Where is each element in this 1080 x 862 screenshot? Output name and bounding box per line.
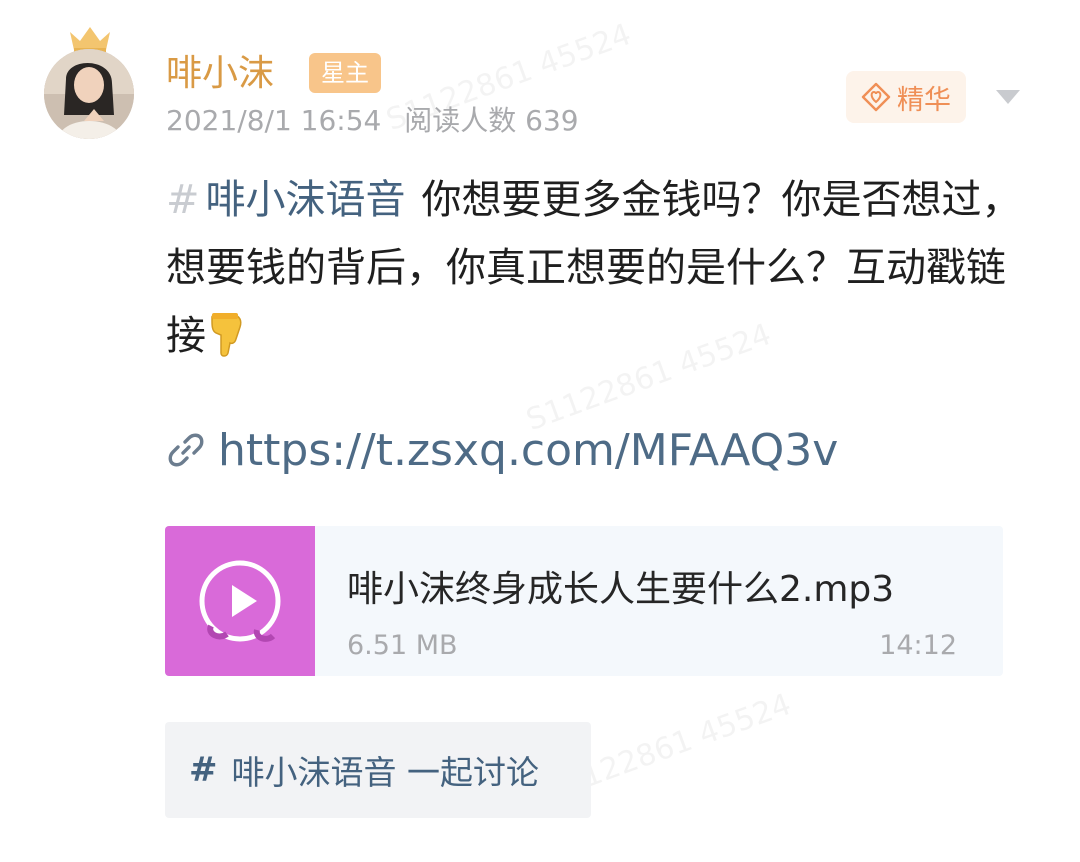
hash-icon: # bbox=[189, 750, 218, 790]
role-badge: 星主 bbox=[309, 53, 381, 93]
topic-hash-symbol: # bbox=[166, 177, 200, 223]
attachment-file-size: 6.51 MB bbox=[347, 630, 458, 661]
attachment-file-name: 啡小沫终身成长人生要什么2.mp3 bbox=[347, 569, 895, 610]
link-row[interactable]: https://t.zsxq.com/MFAAQ3v bbox=[166, 420, 838, 480]
post-timestamp: 2021/8/1 16:54 bbox=[166, 104, 382, 137]
featured-badge: 精华 bbox=[846, 71, 966, 123]
topic-discussion-chip[interactable]: # 啡小沫语音 一起讨论 bbox=[165, 722, 591, 818]
diamond-heart-icon bbox=[861, 82, 891, 112]
topic-link[interactable]: 啡小沫语音 bbox=[206, 177, 406, 223]
author-name[interactable]: 啡小沫 bbox=[166, 52, 274, 96]
avatar-photo bbox=[44, 49, 134, 139]
read-count: 阅读人数 639 bbox=[404, 104, 579, 137]
backhand-index-pointing-down-icon bbox=[211, 313, 242, 357]
topic-chip-label: 啡小沫语音 一起讨论 bbox=[231, 753, 540, 792]
audio-attachment-card[interactable]: 啡小沫终身成长人生要什么2.mp3 6.51 MB 14:12 bbox=[165, 526, 1003, 676]
featured-label: 精华 bbox=[897, 84, 951, 116]
chevron-down-icon[interactable] bbox=[996, 90, 1020, 104]
link-icon bbox=[168, 433, 204, 467]
play-music-icon bbox=[199, 560, 281, 642]
post-meta: 2021/8/1 16:54 阅读人数 639 bbox=[166, 103, 593, 139]
post-link-url[interactable]: https://t.zsxq.com/MFAAQ3v bbox=[218, 425, 838, 476]
author-avatar[interactable] bbox=[44, 49, 134, 139]
post-body: # 啡小沫语音 你想要更多金钱吗？你是否想过，想要钱的背后，你真正想要的是什么？互动… bbox=[166, 166, 1026, 370]
post-page: S1122861 45524 S1122861 45524 S1122861 4… bbox=[0, 0, 1080, 862]
audio-thumbnail bbox=[165, 526, 315, 676]
attachment-duration: 14:12 bbox=[879, 630, 957, 661]
